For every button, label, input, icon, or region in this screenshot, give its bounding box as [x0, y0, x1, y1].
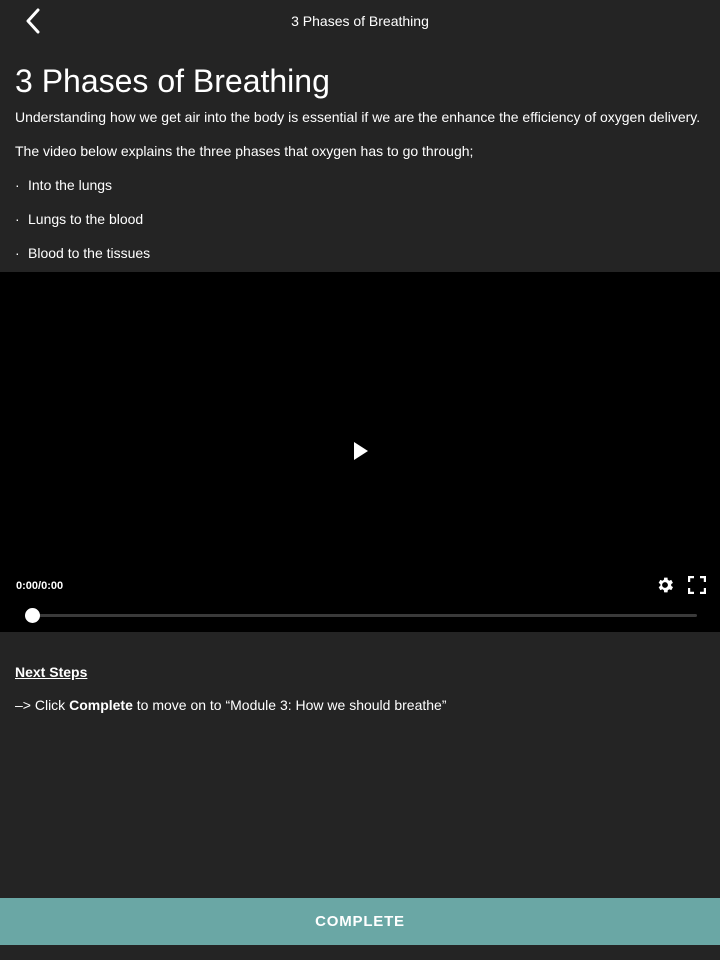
video-time: 0:00/0:00: [16, 580, 64, 592]
instruction-suffix: to move on to “Module 3: How we should b…: [132, 697, 447, 713]
list-item-label: Blood to the tissues: [28, 245, 151, 261]
bullet-dot: ·: [15, 211, 20, 227]
nav-title: 3 Phases of Breathing: [291, 13, 429, 29]
lesson-content: 3 Phases of Breathing Understanding how …: [15, 62, 705, 279]
complete-button-label: COMPLETE: [315, 913, 405, 930]
video-intro-paragraph: The video below explains the three phase…: [15, 143, 474, 159]
next-steps-instruction: –> Click Complete to move on to “Module …: [15, 697, 705, 713]
list-item: · Into the lungs: [15, 177, 705, 194]
fullscreen-button[interactable]: [687, 575, 707, 595]
bullet-dot: ·: [15, 177, 20, 193]
list-item: · Lungs to the blood: [15, 211, 705, 228]
video-progress-bar[interactable]: [32, 614, 697, 617]
bullet-dot: ·: [15, 245, 20, 261]
fullscreen-icon: [687, 575, 707, 595]
instruction-bold: Complete: [69, 697, 133, 713]
video-progress-handle[interactable]: [24, 608, 40, 623]
intro-paragraph: Understanding how we get air into the bo…: [15, 109, 701, 125]
gear-icon: [658, 577, 673, 593]
play-icon: [354, 442, 368, 460]
video-settings-button[interactable]: [655, 575, 675, 595]
play-button[interactable]: [347, 436, 375, 466]
instruction-prefix: –> Click: [15, 697, 70, 713]
page-title: 3 Phases of Breathing: [15, 63, 330, 99]
top-bar: 3 Phases of Breathing: [0, 0, 720, 42]
list-item: · Blood to the tissues: [15, 245, 705, 262]
next-steps-heading: Next Steps: [15, 664, 88, 680]
phases-list: · Into the lungs · Lungs to the blood · …: [15, 177, 705, 262]
next-steps-section: Next Steps –> Click Complete to move on …: [15, 664, 705, 713]
list-item-label: Into the lungs: [28, 177, 113, 193]
list-item-label: Lungs to the blood: [28, 211, 144, 227]
complete-button[interactable]: COMPLETE: [0, 898, 720, 945]
